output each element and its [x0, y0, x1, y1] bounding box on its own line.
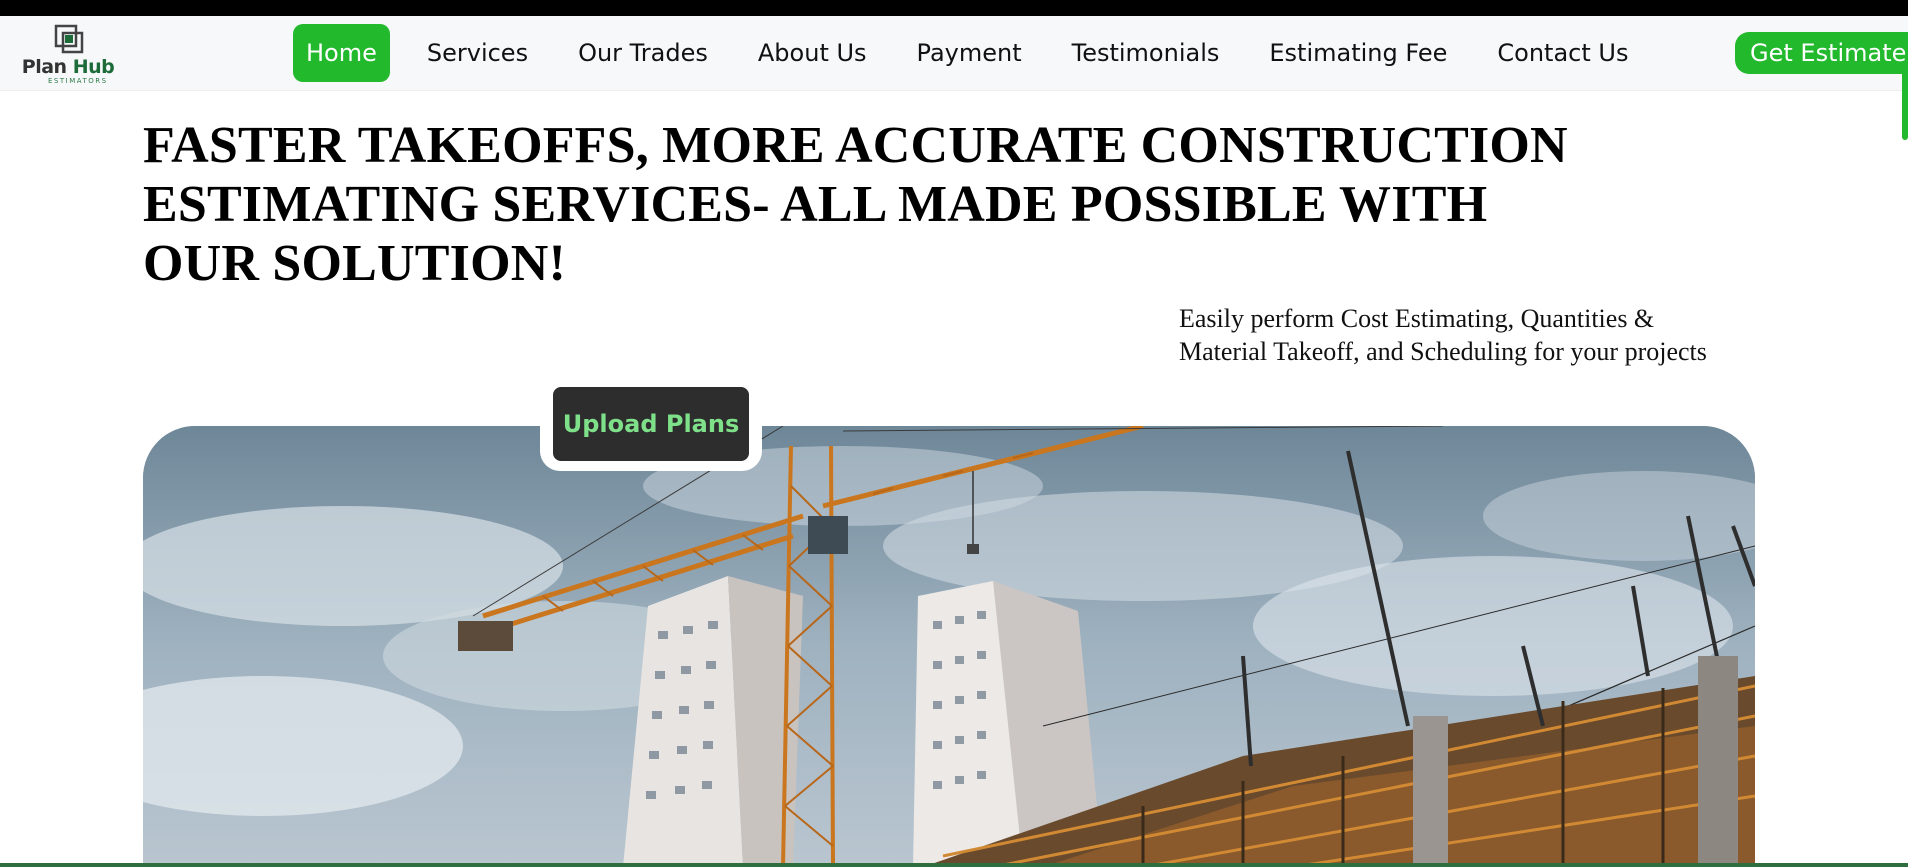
construction-site-crane-image: [143, 426, 1755, 867]
main-nav: Home Services Our Trades About Us Paymen…: [293, 24, 1665, 82]
nav-estimating-fee[interactable]: Estimating Fee: [1256, 24, 1460, 82]
nav-about-us[interactable]: About Us: [745, 24, 880, 82]
logo-tagline: ESTIMATORS: [48, 77, 108, 85]
nav-payment[interactable]: Payment: [904, 24, 1035, 82]
logo-text-hub: Hub: [72, 56, 115, 78]
nav-testimonials[interactable]: Testimonials: [1059, 24, 1233, 82]
nav-home[interactable]: Home: [293, 24, 390, 82]
bottom-border: [0, 863, 1908, 867]
get-estimate-button[interactable]: Get Estimate: [1735, 32, 1908, 74]
navbar: Plan Hub ESTIMATORS Home Services Our Tr…: [0, 16, 1908, 91]
upload-plans-button[interactable]: Upload Plans: [553, 387, 749, 461]
logo-text: Plan Hub: [18, 56, 118, 78]
logo-text-plan: Plan: [21, 56, 67, 78]
scroll-indicator: [1902, 70, 1908, 140]
hero-headline: FASTER TAKEOFFS, MORE ACCURATE CONSTRUCT…: [143, 117, 1568, 292]
logo-mark-icon: [54, 24, 84, 54]
nav-our-trades[interactable]: Our Trades: [565, 24, 721, 82]
browser-top-bar: [0, 0, 1908, 16]
logo[interactable]: Plan Hub ESTIMATORS: [18, 22, 118, 85]
hero-subtext: Easily perform Cost Estimating, Quantiti…: [1179, 304, 1707, 366]
nav-services[interactable]: Services: [414, 24, 541, 82]
nav-contact-us[interactable]: Contact Us: [1484, 24, 1641, 82]
upload-button-frame: Upload Plans: [540, 377, 762, 471]
